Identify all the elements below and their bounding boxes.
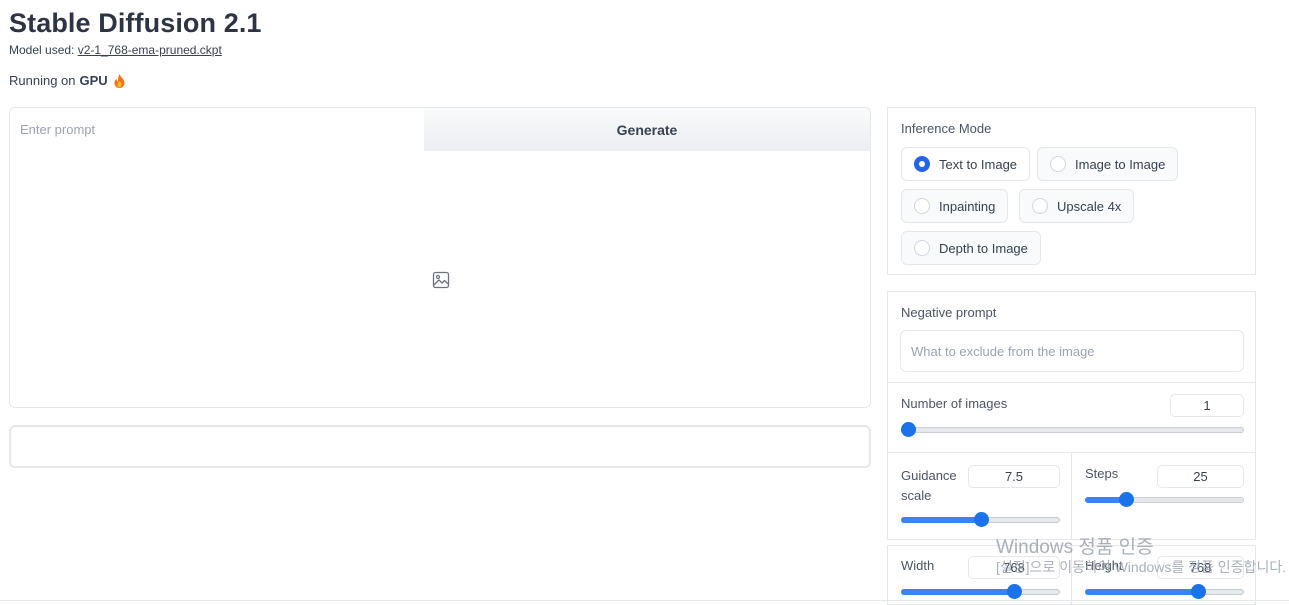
- negative-prompt-input[interactable]: [900, 330, 1244, 372]
- radio-upscale-4x[interactable]: Upscale 4x: [1019, 189, 1135, 223]
- prompt-row: Generate: [10, 108, 870, 151]
- radio-label: Upscale 4x: [1057, 198, 1122, 214]
- guidance-scale-slider[interactable]: [901, 512, 1060, 528]
- height-slider[interactable]: [1085, 584, 1244, 600]
- slider-thumb[interactable]: [901, 422, 916, 437]
- image-icon: [432, 271, 450, 289]
- model-info: Model used: v2-1_768-ema-pruned.ckpt: [9, 43, 222, 57]
- activation-watermark-subtitle: [설정]으로 이동하여 Windows를 정품 인증합니다.: [996, 559, 1287, 575]
- steps-input[interactable]: [1157, 465, 1244, 488]
- running-info: Running on GPU: [9, 73, 125, 88]
- guidance-scale-card: Guidance scale: [887, 452, 1072, 540]
- running-label: Running on: [9, 73, 76, 88]
- model-label: Model used:: [9, 43, 78, 57]
- inference-mode-label: Inference Mode: [901, 121, 992, 136]
- fire-icon: [114, 73, 125, 88]
- radio-label: Text to Image: [939, 156, 1018, 172]
- steps-card: Steps: [1071, 452, 1256, 540]
- radio-indicator: [1050, 156, 1066, 172]
- guidance-scale-input[interactable]: [968, 465, 1060, 488]
- radio-label: Image to Image: [1075, 156, 1166, 172]
- radio-text-to-image[interactable]: Text to Image: [901, 147, 1031, 181]
- guidance-scale-label: Guidance scale: [901, 468, 957, 503]
- image-gallery: [10, 151, 870, 407]
- radio-depth-to-image[interactable]: Depth to Image: [901, 231, 1041, 265]
- width-slider[interactable]: [901, 584, 1060, 600]
- slider-fill: [901, 589, 1015, 595]
- output-textbox[interactable]: [9, 425, 871, 468]
- radio-inpainting[interactable]: Inpainting: [901, 189, 1009, 223]
- num-images-slider[interactable]: [901, 422, 1244, 438]
- bottom-divider: [0, 600, 1289, 601]
- page-title: Stable Diffusion 2.1: [9, 8, 262, 38]
- prompt-input[interactable]: [10, 108, 424, 151]
- negative-prompt-card: Negative prompt: [887, 291, 1256, 383]
- slider-fill: [901, 517, 981, 523]
- steps-slider[interactable]: [1085, 492, 1244, 508]
- num-images-card: Number of images: [887, 382, 1256, 453]
- generate-button[interactable]: Generate: [424, 108, 870, 151]
- width-label: Width: [901, 558, 935, 573]
- slider-fill: [1085, 589, 1199, 595]
- steps-label: Steps: [1085, 466, 1119, 481]
- activation-watermark-title: Windows 정품 인증: [996, 537, 1154, 558]
- radio-indicator: [914, 156, 930, 172]
- radio-indicator: [914, 198, 930, 214]
- running-device: GPU: [79, 73, 108, 88]
- radio-label: Inpainting: [939, 198, 996, 214]
- slider-thumb[interactable]: [1119, 492, 1135, 507]
- slider-track: [901, 427, 1244, 433]
- num-images-input[interactable]: [1170, 394, 1244, 417]
- negative-prompt-label: Negative prompt: [901, 305, 997, 320]
- generation-panel: Generate: [9, 107, 871, 408]
- radio-label: Depth to Image: [939, 240, 1028, 256]
- slider-thumb[interactable]: [973, 512, 989, 527]
- slider-thumb[interactable]: [1007, 584, 1023, 599]
- num-images-label: Number of images: [901, 396, 1008, 411]
- slider-thumb[interactable]: [1191, 584, 1207, 599]
- radio-indicator: [914, 240, 930, 256]
- radio-image-to-image[interactable]: Image to Image: [1037, 147, 1179, 181]
- model-link[interactable]: v2-1_768-ema-pruned.ckpt: [78, 43, 222, 57]
- radio-indicator: [1032, 198, 1048, 214]
- inference-mode-card: Inference Mode Text to Image Image to Im…: [887, 107, 1256, 275]
